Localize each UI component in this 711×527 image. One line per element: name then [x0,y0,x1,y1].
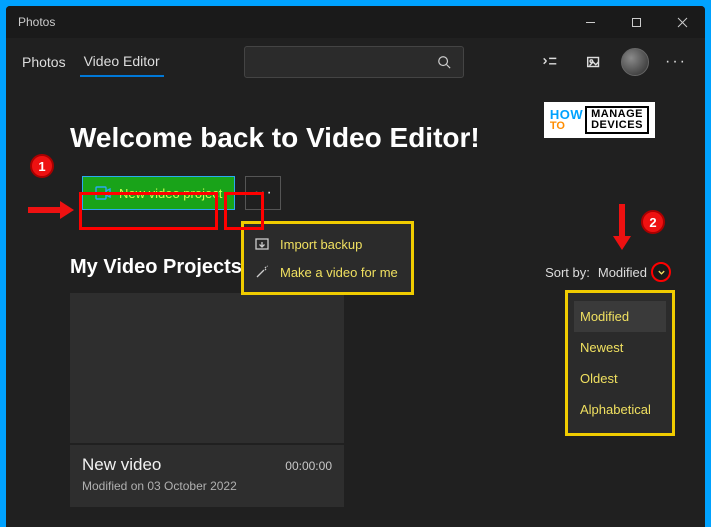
sort-dropdown[interactable]: Modified [598,262,671,282]
window-controls [567,6,705,38]
search-input[interactable] [244,46,464,78]
import-backup-icon [254,236,270,252]
project-thumbnail [70,293,344,443]
tab-video-editor[interactable]: Video Editor [80,47,164,77]
toolbar: Photos Video Editor ··· [6,38,705,86]
more-actions-menu: Import backup Make a video for me [241,221,414,295]
avatar[interactable] [621,48,649,76]
watermark-devices: DEVICES [591,120,643,131]
minimize-button[interactable] [567,6,613,38]
annotation-arrow-1 [28,203,74,217]
watermark-to: TO [550,121,583,132]
sort-menu: Modified Newest Oldest Alphabetical [565,290,675,436]
sort-option-oldest[interactable]: Oldest [574,363,666,394]
select-icon[interactable] [533,45,567,79]
menu-import-backup-label: Import backup [280,237,362,252]
project-card[interactable]: New video 00:00:00 Modified on 03 Octobe… [70,293,344,507]
sort-row: Sort by: Modified [545,262,671,282]
maximize-button[interactable] [613,6,659,38]
more-icon[interactable]: ··· [659,45,693,79]
sort-option-alphabetical[interactable]: Alphabetical [574,394,666,425]
project-title: New video [82,455,161,475]
project-duration: 00:00:00 [285,459,332,473]
annotation-bubble-1: 1 [30,154,54,178]
new-video-project-button[interactable]: New video project [82,176,235,210]
new-video-project-label: New video project [119,186,222,201]
sort-option-modified[interactable]: Modified [574,301,666,332]
app-window: Photos Photos Video Editor ··· [6,6,705,527]
more-actions-button[interactable]: ··· [245,176,281,210]
close-button[interactable] [659,6,705,38]
titlebar: Photos [6,6,705,38]
annotation-bubble-2: 2 [641,210,665,234]
chevron-down-icon [651,262,671,282]
action-row: New video project ··· [82,176,675,210]
watermark: HOW TO MANAGE DEVICES [544,102,655,138]
menu-import-backup[interactable]: Import backup [248,230,407,258]
menu-make-video-label: Make a video for me [280,265,398,280]
search-icon [437,55,451,69]
video-icon [95,186,111,200]
tab-photos[interactable]: Photos [18,48,70,76]
sort-current: Modified [598,265,647,280]
annotation-arrow-2 [615,204,629,250]
app-title: Photos [18,15,55,29]
menu-make-video[interactable]: Make a video for me [248,258,407,286]
import-icon[interactable] [577,45,611,79]
sort-label: Sort by: [545,265,590,280]
sort-option-newest[interactable]: Newest [574,332,666,363]
project-info: New video 00:00:00 Modified on 03 Octobe… [70,445,344,507]
magic-icon [254,264,270,280]
project-subtitle: Modified on 03 October 2022 [82,479,332,493]
